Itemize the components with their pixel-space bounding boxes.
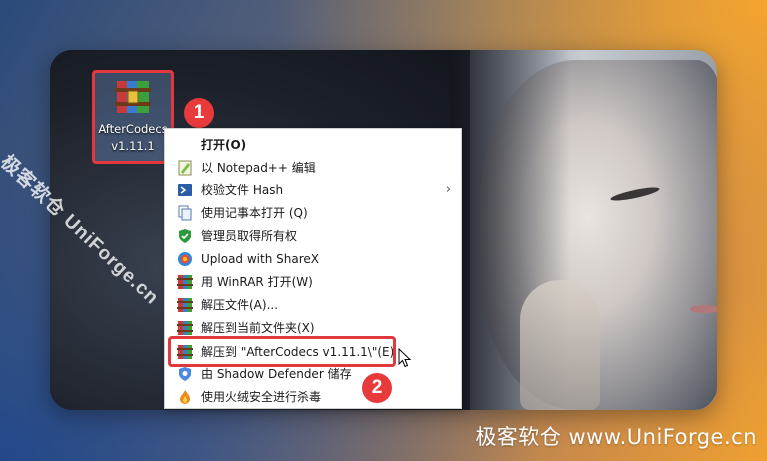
context-menu-item-label: 校验文件 Hash [201,183,284,197]
context-menu-item-label: 使用记事本打开 (Q) [201,206,308,220]
context-menu-item[interactable]: 使用火绒安全进行杀毒 [165,386,461,408]
context-menu-item-label: 以 Notepad++ 编辑 [201,161,316,175]
wallpaper-hand [520,280,600,410]
context-menu-item-label: 用 WinRAR 打开(W) [201,275,313,289]
context-menu-item-label: 打开(O) [201,138,247,152]
bottom-watermark: 极客软仓 www.UniForge.cn [475,425,757,449]
context-menu-item[interactable]: 使用记事本打开 (Q) [165,202,461,224]
file-version: v1.11.1 [111,139,155,153]
huorong-icon [177,389,193,405]
context-menu-item-label: 使用火绒安全进行杀毒 [201,390,322,404]
winrar-icon [177,320,193,336]
context-menu-item[interactable]: 解压文件(A)... [165,294,461,316]
context-menu-item[interactable]: 打开(O) [165,134,461,156]
context-menu-item[interactable]: 校验文件 Hash › [165,179,461,201]
notepadpp-icon [177,160,193,176]
shadow-defender-icon [177,366,193,382]
context-menu-item-label: 管理员取得所有权 [201,229,298,243]
context-menu-item-label: Upload with ShareX [201,252,319,266]
powershell-icon [177,182,193,198]
context-menu-item[interactable]: Upload with ShareX [165,248,461,270]
shield-check-icon [177,228,193,244]
annotation-highlight-box [168,336,396,367]
desktop-file-label: AfterCodecs v1.11.1 [95,121,171,155]
file-name: AfterCodecs [98,122,168,136]
document-copy-icon [177,205,193,221]
context-menu-item-label: 解压文件(A)... [201,298,279,312]
context-menu-item[interactable]: 以 Notepad++ 编辑 [165,157,461,179]
winrar-icon [177,297,193,313]
context-menu-item[interactable]: 管理员取得所有权 [165,225,461,247]
winrar-archive-icon [115,81,151,113]
winrar-icon [177,274,193,290]
desktop-file-icon[interactable]: AfterCodecs v1.11.1 [92,70,174,164]
step-badge-1: 1 [184,98,214,128]
wallpaper-lip [690,305,717,313]
sharex-icon [177,251,193,267]
context-menu-item[interactable]: 用 WinRAR 打开(W) [165,271,461,293]
chevron-right-icon: › [445,182,451,197]
step-badge-2: 2 [362,373,392,403]
mouse-cursor-icon [398,348,412,368]
